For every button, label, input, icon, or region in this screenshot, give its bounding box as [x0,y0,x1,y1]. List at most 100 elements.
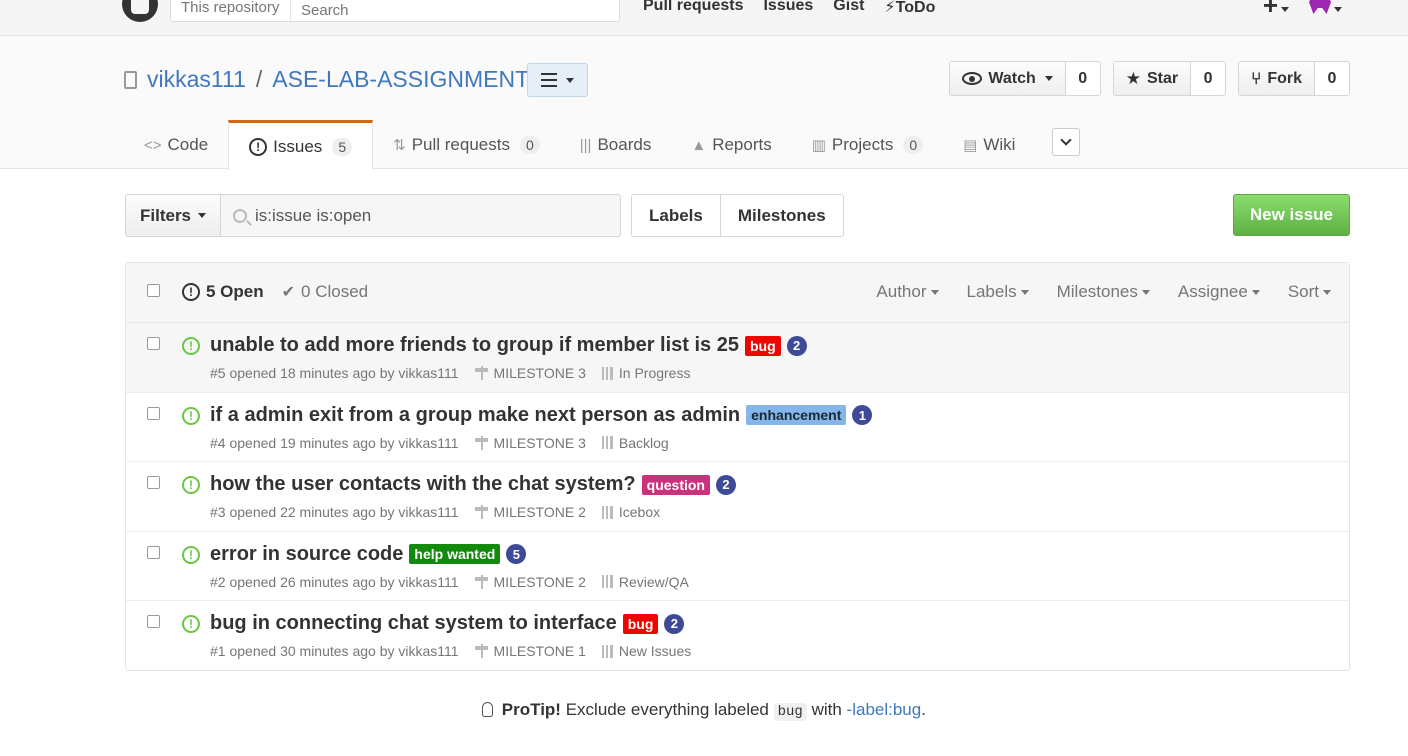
issue-checkbox[interactable] [147,615,160,628]
git-pull-request-icon: ⇅ [393,137,406,154]
labels-filter[interactable]: Labels [967,282,1029,302]
assignee-filter-label: Assignee [1177,282,1248,301]
labels-filter-label: Labels [966,282,1017,301]
closed-issues-link[interactable]: ✔ 0 Closed [282,282,369,302]
milestone-label: MILESTONE 2 [493,504,586,520]
site-search-input[interactable] [291,0,611,21]
header-nav-gist[interactable]: Gist [833,0,864,17]
issue-board-pipeline: New Issues [601,643,691,659]
tab-pull-requests[interactable]: ⇅ Pull requests 0 [373,121,560,169]
chevron-down-icon [1060,134,1072,146]
watch-count[interactable]: 0 [1064,62,1100,95]
repo-owner-link[interactable]: vikkas111 [147,66,246,93]
star-group: ★ Star 0 [1112,61,1227,96]
repo-list-menu-button[interactable] [527,63,588,97]
issue-milestone-link[interactable]: MILESTONE 3 [474,365,586,381]
protip-text-with: with [811,700,842,719]
more-tabs-button[interactable] [1052,128,1080,156]
author-filter[interactable]: Author [876,282,939,302]
fork-count[interactable]: 0 [1314,62,1349,95]
new-issue-button[interactable]: New issue [1232,194,1350,236]
tab-wiki[interactable]: ▤ Wiki [943,121,1035,169]
protip-link[interactable]: -label:bug [847,700,922,719]
pipeline-label: In Progress [618,365,691,381]
star-count[interactable]: 0 [1190,62,1226,95]
header-nav-todo-label: ToDo [895,0,936,16]
milestones-filter[interactable]: Milestones [1057,282,1150,302]
issue-milestone-link[interactable]: MILESTONE 2 [474,504,586,520]
issues-search-input[interactable] [255,205,596,226]
watch-button[interactable]: Watch [950,62,1065,95]
issue-label[interactable]: help wanted [409,544,501,564]
create-new-button[interactable]: + [1263,0,1289,19]
repo-name-link[interactable]: ASE-LAB-ASSIGNMENTS [272,66,544,93]
fork-button[interactable]: ⑂ Fork [1239,62,1314,95]
author-filter-label: Author [876,282,927,301]
issue-title-link[interactable]: bug in connecting chat system to interfa… [210,612,617,635]
assignee-filter[interactable]: Assignee [1178,282,1260,302]
sort-filter[interactable]: Sort [1288,282,1331,302]
watch-group: Watch 0 [949,61,1101,96]
issue-checkbox[interactable] [147,545,160,559]
protip-text: Exclude everything labeled [565,700,769,719]
caret-down-icon [1251,289,1260,295]
issue-label[interactable]: enhancement [746,405,847,425]
issue-meta: #2 opened 26 minutes ago by vikkas111 MI… [210,574,689,590]
protip-code: bug [773,703,807,721]
issue-states: ! 5 Open ✔ 0 Closed [182,282,368,302]
issue-meta: #5 opened 18 minutes ago by vikkas111 MI… [210,365,690,381]
labels-link[interactable]: Labels [632,195,720,236]
issue-opened-info: #3 opened 22 minutes ago by vikkas111 [210,504,459,520]
issue-checkbox[interactable] [147,406,160,420]
eye-icon [962,72,983,85]
labels-milestones-group: Labels Milestones [631,194,844,237]
star-button[interactable]: ★ Star [1113,62,1191,95]
light-bulb-icon [482,702,494,717]
milestone-icon [474,644,488,658]
tab-boards[interactable]: ||| Boards [560,121,672,169]
issues-search [221,194,622,237]
header-nav-issues[interactable]: Issues [763,0,813,17]
filters-button[interactable]: Filters [125,194,222,237]
board-icon [601,505,613,519]
user-menu-button[interactable] [1309,0,1342,19]
issue-opened-info: #2 opened 26 minutes ago by vikkas111 [210,573,459,590]
tab-issues[interactable]: ! Issues 5 [228,120,374,170]
milestone-icon [474,505,488,519]
milestone-label: MILESTONE 1 [493,643,586,659]
issue-opened-icon: ! [249,137,268,156]
board-icon [601,644,613,658]
issue-checkbox[interactable] [147,337,160,350]
issue-checkbox[interactable] [147,476,160,489]
issue-milestone-link[interactable]: MILESTONE 1 [474,643,586,659]
issue-milestone-link[interactable]: MILESTONE 2 [474,574,586,590]
header-nav-pull-requests[interactable]: Pull requests [643,0,743,17]
protip: ProTip! Exclude everything labeled bug w… [0,700,1408,721]
projects-counter: 0 [903,136,924,154]
issue-badge: 5 [506,544,527,564]
issue-title-link[interactable]: how the user contacts with the chat syst… [210,473,636,496]
issue-milestone-link[interactable]: MILESTONE 3 [474,435,586,451]
issue-title-link[interactable]: unable to add more friends to group if m… [210,334,739,357]
tab-projects[interactable]: ▥ Projects 0 [792,121,943,169]
issue-label[interactable]: bug [744,335,781,356]
issue-label[interactable]: question [641,474,710,495]
issue-title-line: if a admin exit from a group make next p… [210,404,873,427]
select-all-checkbox[interactable] [147,284,160,297]
repo-icon [124,70,137,89]
issue-title-line: bug in connecting chat system to interfa… [210,612,685,635]
issue-title-link[interactable]: if a admin exit from a group make next p… [210,404,740,427]
milestones-link[interactable]: Milestones [719,195,843,236]
tab-reports[interactable]: ▲ Reports [671,121,791,169]
issue-label[interactable]: bug [622,613,659,634]
github-logo-icon[interactable] [122,0,158,22]
issue-title-link[interactable]: error in source code [210,543,403,566]
issue-board-pipeline: Review/QA [601,574,689,590]
issue-opened-icon: ! [182,337,200,355]
header-nav-todo[interactable]: ⚡ToDo [884,0,935,17]
tab-boards-label: Boards [597,135,652,154]
issue-badge: 2 [716,474,736,495]
tab-code[interactable]: <> Code [124,121,228,169]
site-search: This repository [170,0,620,22]
open-issues-link[interactable]: ! 5 Open [182,282,264,302]
